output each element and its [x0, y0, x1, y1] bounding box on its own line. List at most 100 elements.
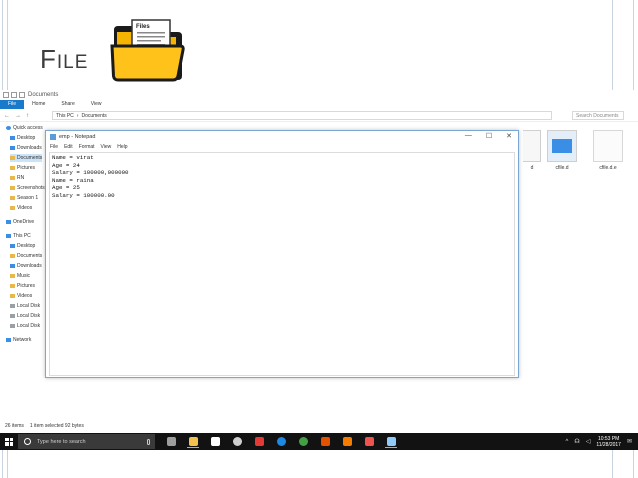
item-count: 26 items — [5, 423, 24, 429]
file-thumbnail — [523, 130, 541, 162]
sidebar-item[interactable]: Documents — [10, 252, 42, 260]
slide-title: FILE — [40, 44, 88, 75]
sidebar-item[interactable]: OneDrive — [6, 218, 34, 226]
sidebar-item[interactable]: Local Disk — [10, 312, 40, 320]
slide-title-rest: ILE — [56, 52, 89, 73]
sidebar-item[interactable]: Downloads — [10, 262, 42, 270]
sidebar-item[interactable]: Videos — [10, 292, 32, 300]
sidebar-item[interactable]: Downloads — [10, 144, 42, 152]
forward-arrow-icon[interactable]: → — [15, 113, 21, 119]
up-arrow-icon[interactable]: ↑ — [26, 113, 29, 119]
sidebar-item[interactable]: Local Disk — [10, 302, 40, 310]
notepad-icon[interactable] — [385, 436, 397, 448]
sidebar-item[interactable]: Quick access — [6, 124, 43, 132]
sidebar-item[interactable]: Music — [10, 272, 30, 280]
sidebar-item-label: Documents — [17, 253, 43, 259]
volume-icon[interactable]: ◁ — [586, 438, 591, 445]
sidebar-item[interactable]: Videos — [10, 204, 32, 212]
windows-logo-icon — [5, 437, 13, 446]
taskbar-apps — [165, 436, 397, 448]
sidebar-item[interactable]: Desktop — [10, 134, 35, 142]
network-icon[interactable]: ☊ — [574, 438, 579, 445]
paint-icon[interactable] — [341, 436, 353, 448]
sidebar-item[interactable]: Season 1 — [10, 194, 38, 202]
photos-icon[interactable] — [363, 436, 375, 448]
folder-icon — [10, 294, 15, 298]
sidebar-item[interactable]: Network — [6, 336, 31, 344]
cortana-icon — [24, 438, 31, 445]
tray-overflow-icon[interactable]: ^ — [566, 439, 569, 445]
selection-info: 1 item selected 92 bytes — [29, 423, 84, 429]
maximize-button[interactable]: ☐ — [486, 132, 492, 140]
close-button[interactable]: ✕ — [506, 132, 512, 140]
menu-help[interactable]: Help — [117, 144, 127, 150]
sidebar-item[interactable]: Desktop — [10, 242, 35, 250]
sidebar-item-label: Screenshots — [17, 185, 45, 191]
menu-edit[interactable]: Edit — [64, 144, 73, 150]
document-thumbnail — [593, 130, 623, 162]
sidebar-item-label: Downloads — [17, 145, 42, 151]
folder-icon — [10, 136, 15, 140]
chevron-right-icon: › — [76, 112, 79, 119]
minimize-button[interactable]: — — [465, 132, 472, 140]
address-bar: ← → ↑ This PC › Documents Search Documen… — [0, 110, 638, 122]
notepad-text-area[interactable]: Name = virat Age = 24 Salary = 100000,0000… — [49, 152, 515, 376]
microphone-icon[interactable] — [147, 438, 150, 445]
chrome-icon[interactable] — [297, 436, 309, 448]
notepad-glyph — [386, 436, 396, 446]
notifications-icon[interactable]: ✉ — [627, 438, 632, 445]
sidebar-item-label: Videos — [17, 205, 33, 211]
tab-file[interactable]: File — [0, 100, 25, 109]
store-icon[interactable] — [209, 436, 221, 448]
search-documents-input[interactable]: Search Documents — [572, 111, 624, 120]
menu-format[interactable]: Format — [79, 144, 95, 150]
clock[interactable]: 10:53 PM 11/28/2017 — [596, 436, 621, 448]
office-icon[interactable] — [319, 436, 331, 448]
notepad-title: emp - Notepad — [59, 133, 96, 140]
explorer-title: Documents — [28, 92, 59, 98]
media-icon[interactable] — [253, 436, 265, 448]
file-item[interactable]: cfile.d.e — [590, 130, 626, 171]
notepad-window[interactable]: emp - Notepad — ☐ ✕ File Edit Format Vie… — [45, 130, 519, 378]
drive-icon — [10, 304, 15, 308]
breadcrumb-documents[interactable]: Documents — [81, 113, 106, 119]
tab-view[interactable]: View — [83, 100, 110, 109]
tab-share[interactable]: Share — [53, 100, 82, 109]
sidebar-item[interactable]: This PC — [6, 232, 31, 240]
sidebar-item[interactable]: RN — [10, 174, 24, 182]
sidebar-item[interactable]: Pictures — [10, 164, 35, 172]
back-arrow-icon[interactable]: ← — [4, 113, 10, 119]
tab-home[interactable]: Home — [24, 100, 53, 109]
sidebar-item[interactable]: Local Disk — [10, 322, 40, 330]
skype-glyph — [276, 437, 286, 446]
start-button[interactable] — [0, 433, 18, 450]
sidebar-item-label: Network — [13, 337, 32, 343]
folder-icon — [10, 264, 15, 268]
chrome-glyph — [298, 437, 308, 446]
menu-view[interactable]: View — [101, 144, 112, 150]
skype-icon[interactable] — [275, 436, 287, 448]
breadcrumb-this-pc[interactable]: This PC — [56, 113, 74, 119]
quick-access-toolbar[interactable] — [3, 92, 25, 98]
system-tray: ^ ☊ ◁ 10:53 PM 11/28/2017 ✉ — [566, 436, 638, 448]
folder-icon — [10, 156, 15, 160]
sidebar-item-label: Downloads — [17, 263, 42, 269]
sidebar-item[interactable]: Screenshots — [10, 184, 45, 192]
path-box[interactable]: This PC › Documents — [52, 111, 552, 120]
taskbar-search-box[interactable]: Type here to search — [18, 434, 155, 449]
sidebar-item-label: Local Disk — [17, 313, 41, 319]
settings-icon[interactable] — [231, 436, 243, 448]
sidebar-item[interactable]: Documents — [10, 154, 43, 162]
menu-file[interactable]: File — [50, 144, 58, 150]
task-view-icon[interactable] — [165, 436, 177, 448]
notepad-titlebar[interactable]: emp - Notepad — [46, 131, 518, 142]
notepad-menu: File Edit Format View Help — [46, 142, 518, 151]
file-explorer-icon[interactable] — [187, 436, 199, 448]
folder-icon — [10, 244, 15, 248]
sidebar-item[interactable]: Pictures — [10, 282, 35, 290]
file-item[interactable]: cfile.d — [544, 130, 580, 171]
navigation-pane: Quick access Desktop Downloads Documents Pic… — [0, 124, 46, 424]
folder-icon — [10, 274, 15, 278]
folder-icon — [6, 234, 11, 238]
folder-icon — [10, 186, 15, 190]
